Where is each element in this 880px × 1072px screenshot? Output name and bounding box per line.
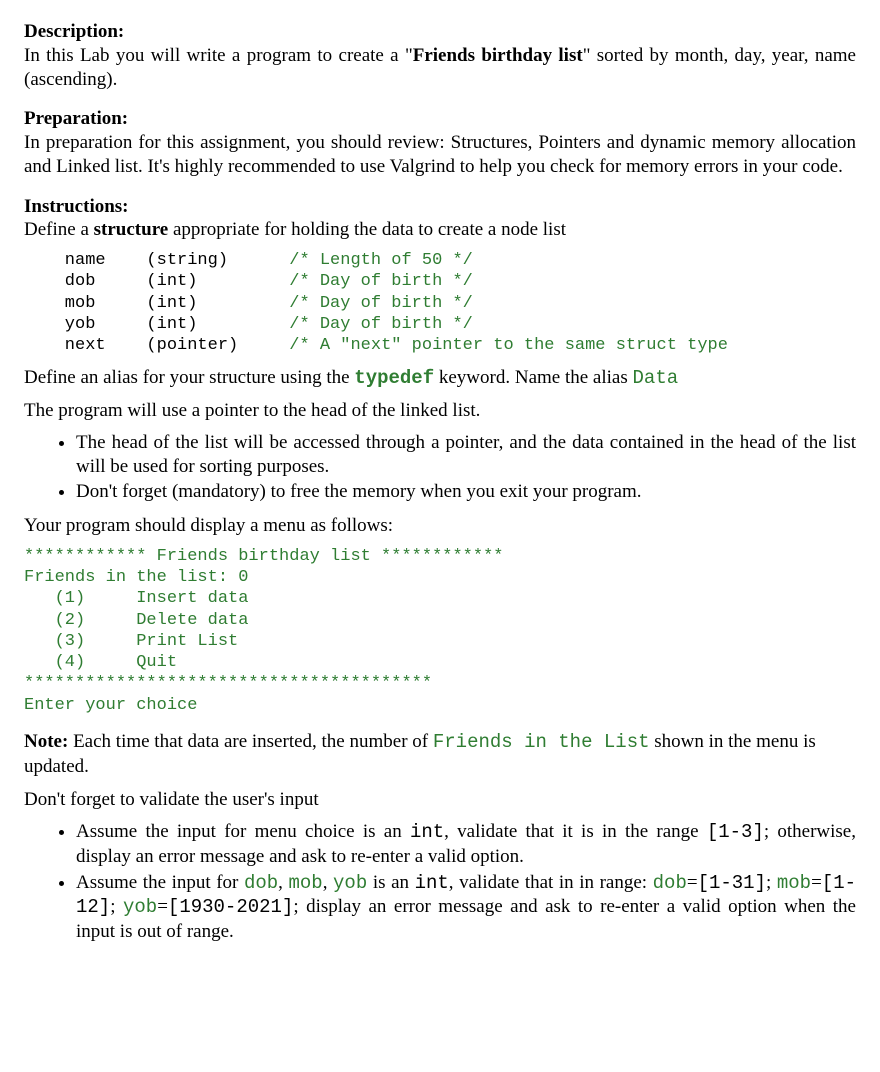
structure-definition: name (string) /* Length of 50 */ dob (in… [24,250,856,356]
txt: = [811,872,822,893]
description-text-pre: In this Lab you will write a program to … [24,45,413,66]
description-heading: Description: [24,21,124,42]
txt: Assume the input for menu choice is an [76,821,410,842]
txt: , [323,872,333,893]
headptr-bullets: The head of the list will be accessed th… [24,431,856,504]
txt: Assume the input for [76,872,244,893]
list-item: Don't forget (mandatory) to free the mem… [76,480,856,504]
code-range: [1930-2021] [168,896,293,918]
txt: , validate that it is in the range [444,821,707,842]
txt: is an [367,872,414,893]
alias-pre: Define an alias for your structure using… [24,367,354,388]
note-line: Note: Each time that data are inserted, … [24,730,856,779]
instructions-intro-post: appropriate for holding the data to crea… [168,219,566,240]
note-heading: Note: [24,731,68,752]
txt: ; [766,872,777,893]
alias-name: Data [633,367,679,389]
validate-bullets: Assume the input for menu choice is an i… [24,820,856,944]
txt: = [687,872,698,893]
section-instructions: Instructions: Define a structure appropr… [24,195,856,944]
code-yob: yob [333,872,367,894]
section-description: Description: In this Lab you will write … [24,20,856,91]
instructions-heading: Instructions: [24,196,129,217]
note-t1: Each time that data are inserted, the nu… [68,731,433,752]
preparation-text: In preparation for this assignment, you … [24,132,856,177]
txt: , validate that in in range: [449,872,653,893]
preparation-heading: Preparation: [24,108,128,129]
typedef-keyword: typedef [354,367,434,389]
code-int: int [415,872,449,894]
txt: = [157,896,168,917]
note-code: Friends in the List [433,731,650,753]
validate-intro: Don't forget to validate the user's inpu… [24,788,856,812]
code-dob: dob [244,872,278,894]
code-yob2: yob [123,896,157,918]
txt: ; [110,896,123,917]
code-range: [1-31] [698,872,766,894]
alias-line: Define an alias for your structure using… [24,366,856,391]
description-bold: Friends birthday list [413,45,583,66]
list-item: Assume the input for menu choice is an i… [76,820,856,869]
code-int: int [410,821,444,843]
code-dob2: dob [653,872,687,894]
instructions-intro-bold: structure [94,219,169,240]
section-preparation: Preparation: In preparation for this ass… [24,107,856,178]
instructions-intro-pre: Define a [24,219,94,240]
headptr-intro: The program will use a pointer to the he… [24,399,856,423]
alias-mid: keyword. Name the alias [434,367,632,388]
code-range: [1-3] [707,821,764,843]
code-mob2: mob [777,872,811,894]
menu-intro: Your program should display a menu as fo… [24,514,856,538]
code-mob: mob [288,872,322,894]
list-item: Assume the input for dob, mob, yob is an… [76,871,856,944]
txt: , [278,872,288,893]
list-item: The head of the list will be accessed th… [76,431,856,479]
menu-code: ************ Friends birthday list *****… [24,546,856,716]
